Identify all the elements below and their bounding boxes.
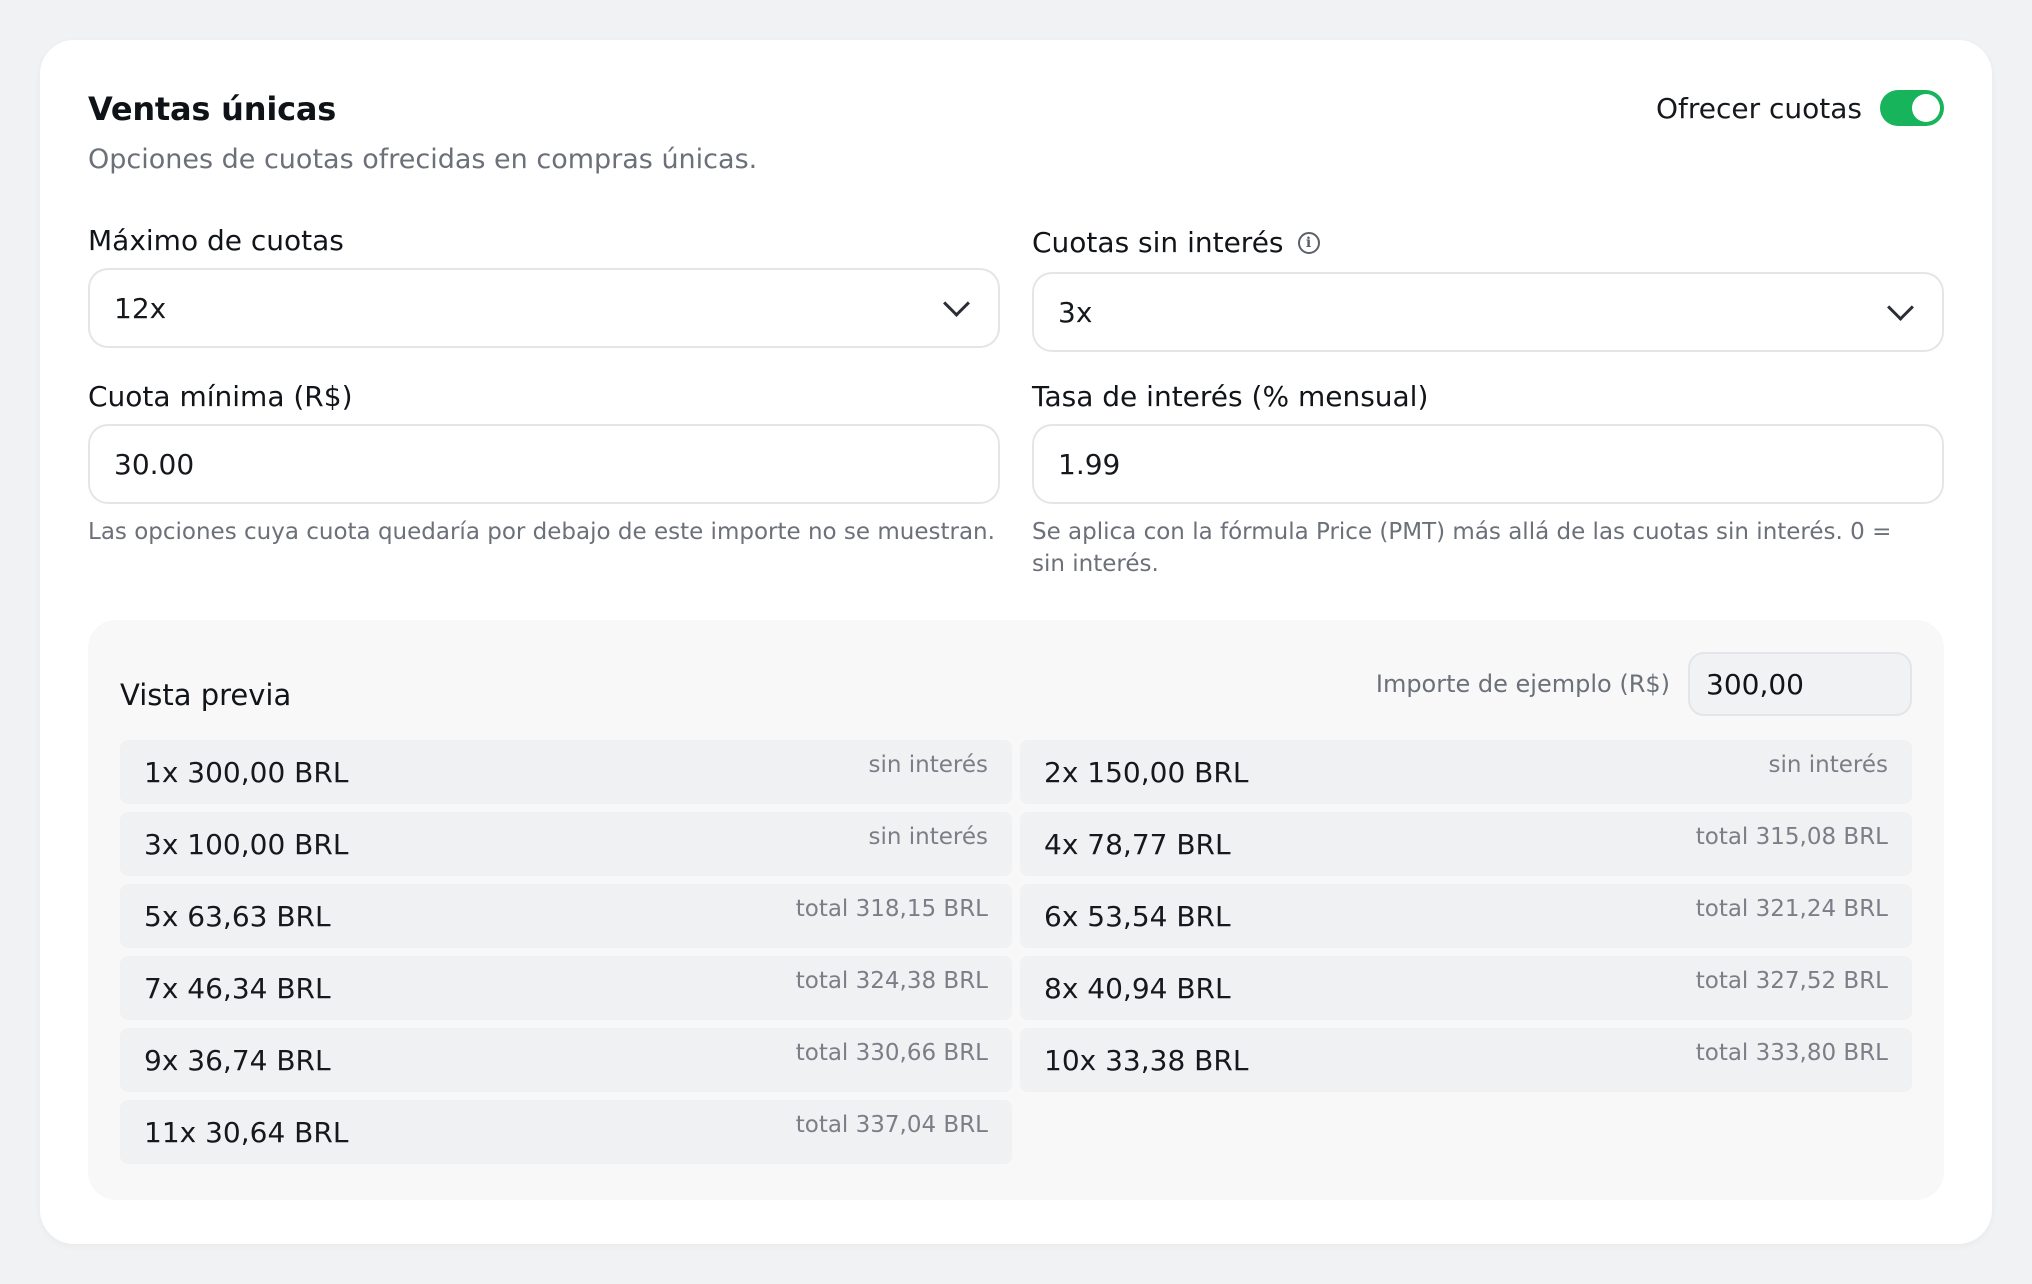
installment-option-row: 11x 30,64 BRL total 337,04 BRL — [120, 1100, 1012, 1164]
interest-rate-help: Se aplica con la fórmula Price (PMT) más… — [1032, 519, 1892, 577]
offer-installments-toggle[interactable] — [1880, 90, 1944, 126]
max-installments-value: 12x — [114, 291, 167, 325]
installment-amount: 6x 53,54 BRL — [1044, 900, 1231, 933]
sample-amount-value: 300,00 — [1706, 667, 1804, 701]
installment-amount: 7x 46,34 BRL — [144, 972, 331, 1005]
installment-total: total 321,24 BRL — [1695, 896, 1888, 922]
installment-amount: 5x 63,63 BRL — [144, 900, 331, 933]
installment-total: sin interés — [1768, 752, 1888, 778]
installment-amount: 1x 300,00 BRL — [144, 756, 349, 789]
installment-option-row: 10x 33,38 BRL total 333,80 BRL — [1020, 1028, 1912, 1092]
installment-options-list: 1x 300,00 BRL sin interés 2x 150,00 BRL sin… — [120, 740, 1912, 1164]
installment-amount: 8x 40,94 BRL — [1044, 972, 1231, 1005]
sample-amount-label: Importe de ejemplo (R$) — [1375, 670, 1670, 698]
installment-total: total 333,80 BRL — [1695, 1040, 1888, 1066]
installment-total: total 327,52 BRL — [1695, 968, 1888, 994]
section-subtitle: Opciones de cuotas ofrecidas en compras … — [88, 144, 758, 175]
installment-option-row: 3x 100,00 BRL sin interés — [120, 812, 1012, 876]
section-title: Ventas únicas — [88, 90, 337, 128]
sample-amount-input[interactable]: 300,00 — [1688, 652, 1912, 716]
installment-option-row: 2x 150,00 BRL sin interés — [1020, 740, 1912, 804]
offer-installments-label: Ofrecer cuotas — [1655, 91, 1862, 125]
installment-total: total 330,66 BRL — [795, 1040, 988, 1066]
interest-rate-label: Tasa de interés (% mensual) — [1032, 380, 1428, 413]
info-icon[interactable]: i — [1297, 231, 1320, 254]
installment-amount: 2x 150,00 BRL — [1044, 756, 1249, 789]
max-installments-label: Máximo de cuotas — [88, 224, 344, 257]
min-installment-help: Las opciones cuya cuota quedaría por deb… — [88, 519, 995, 545]
installment-option-row: 1x 300,00 BRL sin interés — [120, 740, 1012, 804]
preview-panel: Vista previa Importe de ejemplo (R$) 300… — [88, 620, 1944, 1200]
min-installment-label: Cuota mínima (R$) — [88, 380, 353, 413]
chevron-down-icon — [943, 289, 970, 317]
chevron-down-icon — [1887, 293, 1914, 321]
interest-free-label: Cuotas sin interés i — [1032, 226, 1320, 259]
installment-total: sin interés — [868, 752, 988, 778]
installment-total: total 324,38 BRL — [795, 968, 988, 994]
interest-rate-label-text: Tasa de interés (% mensual) — [1032, 380, 1429, 413]
offer-installments-toggle-group: Ofrecer cuotas — [1656, 90, 1944, 126]
preview-title: Vista previa — [120, 678, 292, 712]
installment-option-row: 4x 78,77 BRL total 315,08 BRL — [1020, 812, 1912, 876]
installment-total: total 315,08 BRL — [1695, 824, 1888, 850]
installment-option-row: 5x 63,63 BRL total 318,15 BRL — [120, 884, 1012, 948]
interest-rate-input[interactable]: 1.99 — [1032, 424, 1944, 504]
installment-amount: 10x 33,38 BRL — [1044, 1044, 1249, 1077]
min-installment-input[interactable]: 30.00 — [88, 424, 1000, 504]
installment-total: total 337,04 BRL — [795, 1112, 988, 1138]
installments-card: Ventas únicas Opciones de cuotas ofrecid… — [40, 40, 1992, 1244]
max-installments-select[interactable]: 12x — [88, 268, 1000, 348]
interest-rate-value: 1.99 — [1058, 447, 1121, 481]
installment-amount: 3x 100,00 BRL — [144, 828, 349, 861]
installment-option-row: 8x 40,94 BRL total 327,52 BRL — [1020, 956, 1912, 1020]
interest-free-label-text: Cuotas sin interés — [1032, 226, 1284, 259]
interest-free-value: 3x — [1058, 295, 1093, 329]
sample-amount-group: Importe de ejemplo (R$) 300,00 — [1376, 652, 1912, 716]
installment-amount: 9x 36,74 BRL — [144, 1044, 331, 1077]
min-installment-value: 30.00 — [114, 447, 195, 481]
interest-free-select[interactable]: 3x — [1032, 272, 1944, 352]
max-installments-label-text: Máximo de cuotas — [88, 224, 344, 257]
installment-option-row: 9x 36,74 BRL total 330,66 BRL — [120, 1028, 1012, 1092]
installment-total: total 318,15 BRL — [795, 896, 988, 922]
installment-option-row: 7x 46,34 BRL total 324,38 BRL — [120, 956, 1012, 1020]
installment-amount: 11x 30,64 BRL — [144, 1116, 349, 1149]
min-installment-label-text: Cuota mínima (R$) — [88, 380, 353, 413]
installment-amount: 4x 78,77 BRL — [1044, 828, 1231, 861]
installment-total: sin interés — [868, 824, 988, 850]
installment-option-row: 6x 53,54 BRL total 321,24 BRL — [1020, 884, 1912, 948]
